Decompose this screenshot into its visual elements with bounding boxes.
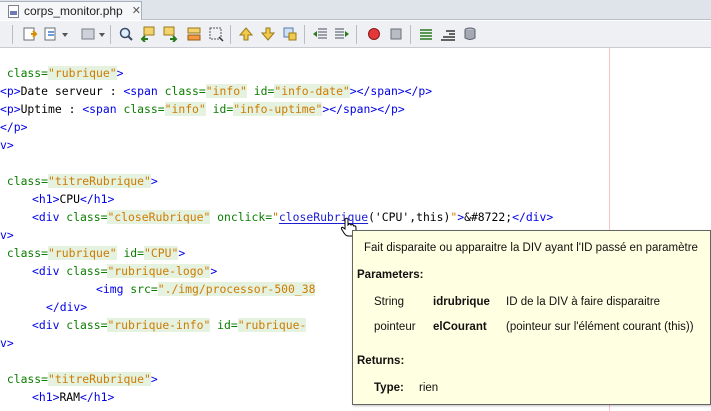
chevron-down-icon[interactable] <box>62 33 68 37</box>
param-type: pointeur <box>374 321 416 333</box>
chevron-down-icon[interactable] <box>99 33 105 37</box>
forward-icon[interactable] <box>42 26 58 42</box>
code-line: <p>Uptime : <span class="info" id="info-… <box>0 102 405 116</box>
editor-toolbar <box>0 21 711 48</box>
diff-icon[interactable] <box>418 26 434 42</box>
toolbar-separator <box>356 25 357 44</box>
tab-label: corps_monitor.php <box>24 4 123 18</box>
stop-macro-icon[interactable] <box>388 26 404 42</box>
record-macro-icon[interactable] <box>366 26 382 42</box>
toggle-rect-select-icon[interactable] <box>208 26 224 42</box>
param-description: (pointeur sur l'élément courant (this)) <box>506 321 694 333</box>
last-edit-icon[interactable] <box>80 26 96 42</box>
shift-left-icon[interactable] <box>312 26 328 42</box>
code-line: <h1>CPU</h1> <box>32 192 115 206</box>
code-line: class="titreRubrique"> <box>0 174 158 188</box>
back-icon[interactable] <box>22 26 38 42</box>
tab-corps-monitor[interactable]: corps_monitor.php ✕ <box>0 1 142 20</box>
code-line: class="rubrique"> <box>0 66 124 80</box>
toggle-bookmark-icon[interactable] <box>282 26 298 42</box>
code-line: <img src="./img/processor-500_38 <box>96 282 316 296</box>
param-description: ID de la DIV à faire disparaitre <box>506 296 661 308</box>
toolbar-separator <box>12 25 13 44</box>
parameters-heading: Parameters: <box>357 269 424 281</box>
toolbar-separator <box>230 25 231 44</box>
prev-bookmark-icon[interactable] <box>238 26 254 42</box>
toolbar-separator <box>110 25 111 44</box>
code-line: <h1>RAM</h1> <box>32 390 115 404</box>
code-line: </p> <box>0 120 28 134</box>
find-next-icon[interactable] <box>162 26 178 42</box>
code-line: <p>Date serveur : <span class="info" id=… <box>0 84 433 98</box>
code-line: <div class="rubrique-logo"> <box>32 264 218 278</box>
editor-tab-bar: corps_monitor.php ✕ <box>0 0 711 20</box>
next-bookmark-icon[interactable] <box>260 26 276 42</box>
toolbar-separator <box>304 25 305 44</box>
code-line: class="titreRubrique"> <box>0 372 158 386</box>
database-icon[interactable] <box>462 26 478 42</box>
param-name: elCourant <box>433 321 487 333</box>
code-line: <div class="rubrique-info" id="rubrique- <box>32 318 307 332</box>
returns-type-value: rien <box>419 382 439 394</box>
returns-type-label: Type: <box>374 382 404 394</box>
find-prev-icon[interactable] <box>140 26 156 42</box>
code-line: v> <box>0 336 14 350</box>
shift-right-icon[interactable] <box>334 26 350 42</box>
code-line: <div class="closeRubrique" onclick="clos… <box>32 210 554 224</box>
param-name: idrubrique <box>433 296 490 308</box>
returns-heading: Returns: <box>357 355 405 367</box>
php-file-icon <box>8 4 19 18</box>
code-line: class="rubrique" id="CPU"> <box>0 246 186 260</box>
tooltip-description: Fait disparaite ou apparaitre la DIV aya… <box>364 242 698 254</box>
comment-icon[interactable] <box>440 26 456 42</box>
close-tab-icon[interactable]: ✕ <box>132 5 141 17</box>
code-line: v> <box>0 228 14 242</box>
code-line: </div> <box>46 300 88 314</box>
code-line: v> <box>0 138 14 152</box>
param-type: String <box>374 296 405 308</box>
find-icon[interactable] <box>118 26 134 42</box>
toggle-highlight-icon[interactable] <box>186 26 202 42</box>
toolbar-separator <box>410 25 411 44</box>
function-doc-tooltip: Fait disparaite ou apparaitre la DIV aya… <box>352 230 711 405</box>
